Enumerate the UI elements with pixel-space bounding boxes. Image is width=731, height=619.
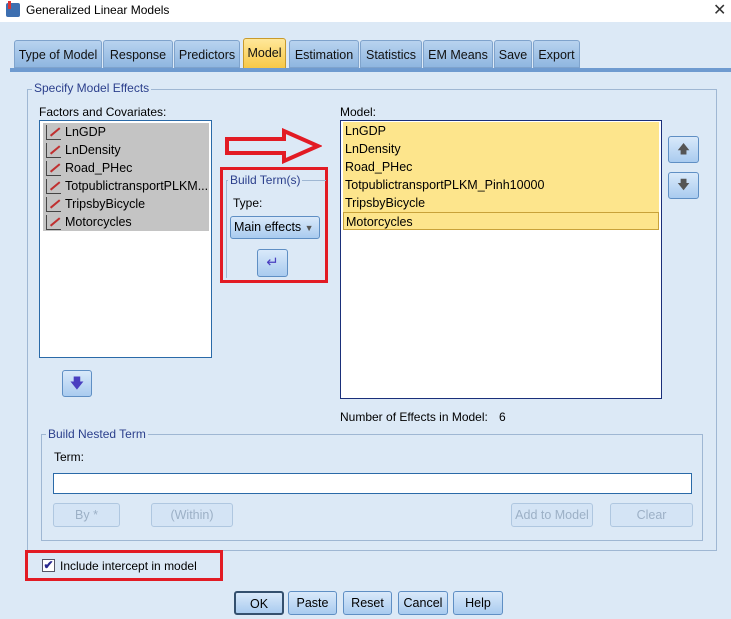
by-button[interactable]: By * [53, 503, 120, 527]
model-label: Model: [340, 105, 377, 119]
term-input[interactable] [53, 473, 692, 494]
tab-statistics[interactable]: Statistics [360, 40, 422, 68]
scale-variable-icon [46, 215, 61, 230]
factor-label: LnDensity [65, 143, 121, 157]
factor-item[interactable]: TripsbyBicycle [43, 195, 209, 213]
specify-model-effects-title: Specify Model Effects [32, 81, 152, 95]
effects-count: 6 [499, 410, 506, 424]
close-icon[interactable]: ✕ [713, 0, 726, 20]
model-item[interactable]: LnDensity [343, 140, 659, 158]
scale-variable-icon [46, 125, 61, 140]
model-item[interactable]: TotpublictransportPLKM_Pinh10000 [343, 176, 659, 194]
model-item[interactable]: LnGDP [343, 122, 659, 140]
arrow-down-icon: 🡇 [69, 375, 85, 391]
factor-label: LnGDP [65, 125, 106, 139]
factor-item[interactable]: Motorcycles [43, 213, 209, 231]
tab-predictors[interactable]: Predictors [174, 40, 240, 68]
model-item[interactable]: TripsbyBicycle [343, 194, 659, 212]
cancel-button[interactable]: Cancel [398, 591, 448, 615]
add-term-button[interactable]: ↵ [257, 249, 288, 277]
paste-button[interactable]: Paste [288, 591, 337, 615]
type-label: Type: [233, 196, 263, 210]
app-icon [6, 1, 20, 17]
within-button[interactable]: (Within) [151, 503, 233, 527]
scale-variable-icon [46, 161, 61, 176]
factor-label: Road_PHec [65, 161, 133, 175]
factor-label: Motorcycles [65, 215, 132, 229]
model-item[interactable]: Road_PHec [343, 158, 659, 176]
factor-label: TotpublictransportPLKM... [65, 179, 209, 193]
factors-label: Factors and Covariates: [39, 105, 167, 119]
chevron-down-icon: ▼ [304, 223, 314, 233]
tab-estimation[interactable]: Estimation [289, 40, 359, 68]
model-list[interactable]: LnGDP LnDensity Road_PHec Totpublictrans… [340, 120, 662, 399]
intercept-checkbox[interactable]: ✔ [42, 559, 55, 572]
reset-button[interactable]: Reset [343, 591, 392, 615]
type-value: Main effects [234, 220, 302, 234]
scale-variable-icon [46, 197, 61, 212]
factor-item[interactable]: LnGDP [43, 123, 209, 141]
factor-label: TripsbyBicycle [65, 197, 146, 211]
move-down-left-button[interactable]: 🡇 [62, 370, 92, 397]
add-to-model-button[interactable]: Add to Model [511, 503, 593, 527]
tab-response[interactable]: Response [103, 40, 173, 68]
tab-export[interactable]: Export [533, 40, 580, 68]
move-down-button[interactable]: 🡇 [668, 172, 699, 199]
arrow-up-icon: 🡅 [677, 142, 690, 156]
factor-item[interactable]: LnDensity [43, 141, 209, 159]
factor-item[interactable]: TotpublictransportPLKM... [43, 177, 209, 195]
type-dropdown[interactable]: Main effects ▼ [230, 216, 320, 239]
move-up-button[interactable]: 🡅 [668, 136, 699, 163]
build-term-title: Build Term(s) [228, 173, 303, 187]
tab-save[interactable]: Save [494, 40, 532, 68]
scale-variable-icon [46, 179, 61, 194]
tab-type-of-model[interactable]: Type of Model [14, 40, 102, 68]
window-title: Generalized Linear Models [26, 3, 170, 17]
model-item-selected[interactable]: Motorcycles [343, 212, 659, 230]
effects-count-label: Number of Effects in Model: [340, 410, 488, 424]
factors-list[interactable]: LnGDP LnDensity Road_PHec Totpublictrans… [39, 120, 212, 358]
arrow-down-icon: 🡇 [677, 178, 690, 192]
tab-bar-line [10, 68, 731, 72]
build-nested-term-title: Build Nested Term [46, 427, 148, 441]
factor-item[interactable]: Road_PHec [43, 159, 209, 177]
clear-button[interactable]: Clear [610, 503, 693, 527]
tab-model[interactable]: Model [243, 38, 286, 69]
ok-button[interactable]: OK [234, 591, 284, 615]
tab-em-means[interactable]: EM Means [423, 40, 493, 68]
help-button[interactable]: Help [453, 591, 503, 615]
intercept-label: Include intercept in model [60, 559, 197, 573]
term-label: Term: [54, 450, 84, 464]
red-arrow-annotation [225, 128, 322, 164]
arrow-return-icon: ↵ [266, 254, 279, 271]
scale-variable-icon [46, 143, 61, 158]
